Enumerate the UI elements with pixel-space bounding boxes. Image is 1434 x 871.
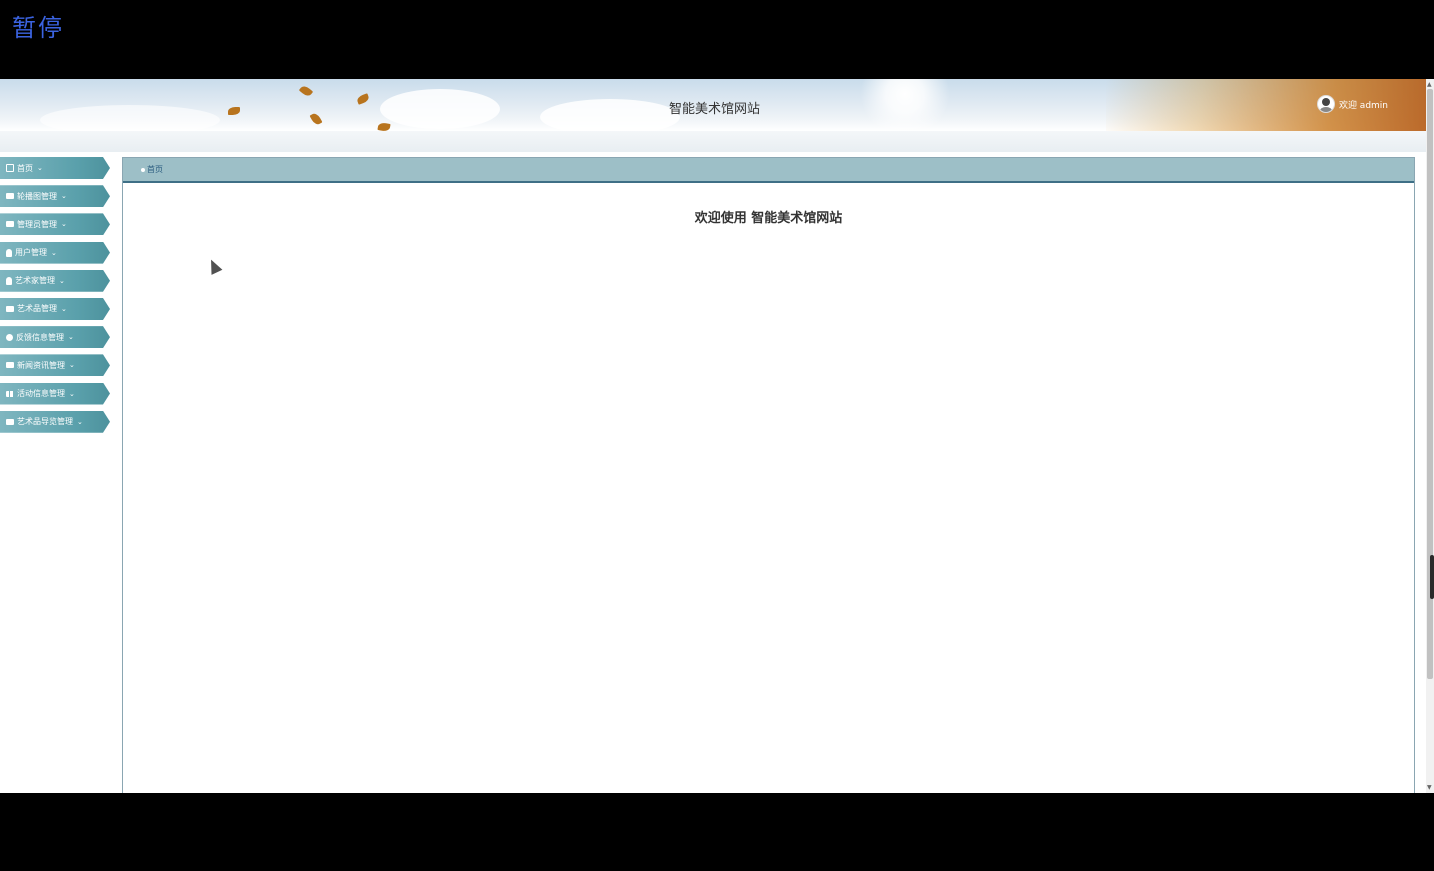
pause-label: 暂停 bbox=[12, 14, 64, 42]
user-icon bbox=[6, 248, 12, 257]
chevron-down-icon: ⌄ bbox=[69, 361, 75, 370]
chevron-down-icon: ⌄ bbox=[37, 164, 43, 172]
sun-decoration bbox=[860, 79, 950, 131]
sidebar-item-label: 用户管理 bbox=[15, 248, 47, 258]
breadcrumb-home-link[interactable]: 首页 bbox=[147, 164, 163, 175]
sidebar-item-home[interactable]: 首页 ⌄ bbox=[0, 157, 110, 179]
list-icon bbox=[6, 221, 14, 228]
circle-icon bbox=[6, 333, 13, 341]
sidebar-item-label: 活动信息管理 bbox=[17, 389, 65, 398]
scroll-up-icon[interactable]: ▲ bbox=[1427, 81, 1432, 88]
sidebar-item-artwork-guide[interactable]: 艺术品导览管理 ⌄ bbox=[0, 410, 110, 433]
chevron-down-icon: ⌄ bbox=[51, 248, 57, 257]
sidebar-item-label: 轮播图管理 bbox=[17, 191, 57, 201]
sidebar-item-artworks[interactable]: 艺术品管理 ⌄ bbox=[0, 297, 110, 320]
book-icon bbox=[6, 305, 14, 312]
sidebar-item-admins[interactable]: 管理员管理 ⌄ bbox=[0, 213, 110, 236]
main-content: 首页 欢迎使用 智能美术馆网站 bbox=[122, 157, 1415, 793]
chevron-down-icon: ⌄ bbox=[61, 304, 67, 313]
avatar[interactable] bbox=[1316, 95, 1335, 113]
edge-handle[interactable] bbox=[1430, 555, 1434, 599]
sidebar-item-label: 艺术品管理 bbox=[17, 304, 57, 314]
browser-viewport: 智能美术馆网站 欢迎 admin 首页 ⌄ 轮播图管理 ⌄ 管理员管理 ⌄ 用户… bbox=[0, 79, 1434, 793]
bullet-icon bbox=[141, 167, 145, 172]
image-icon bbox=[6, 193, 14, 200]
sidebar-item-label: 管理员管理 bbox=[17, 219, 57, 229]
chevron-down-icon: ⌄ bbox=[68, 333, 74, 342]
grid-icon bbox=[6, 390, 14, 397]
breadcrumb: 首页 bbox=[123, 158, 1414, 183]
chevron-down-icon: ⌄ bbox=[77, 417, 83, 426]
chevron-down-icon: ⌄ bbox=[61, 192, 67, 201]
scroll-down-icon[interactable]: ▼ bbox=[1427, 784, 1432, 791]
welcome-heading: 欢迎使用 智能美术馆网站 bbox=[694, 211, 843, 226]
sidebar-menu: 首页 ⌄ 轮播图管理 ⌄ 管理员管理 ⌄ 用户管理 ⌄ 艺术家管理 ⌄ 艺术品管… bbox=[0, 157, 112, 439]
chevron-down-icon: ⌄ bbox=[69, 389, 75, 398]
chevron-down-icon: ⌄ bbox=[59, 276, 65, 285]
header-band bbox=[0, 131, 1426, 152]
sidebar-item-carousel[interactable]: 轮播图管理 ⌄ bbox=[0, 185, 110, 208]
user-greeting[interactable]: 欢迎 admin bbox=[1339, 98, 1388, 111]
user-icon bbox=[6, 276, 12, 285]
sidebar-item-label: 新闻资讯管理 bbox=[17, 360, 65, 370]
sidebar-item-label: 艺术家管理 bbox=[15, 276, 55, 286]
sidebar-item-feedback[interactable]: 反馈信息管理 ⌄ bbox=[0, 326, 110, 349]
sidebar-item-label: 艺术品导览管理 bbox=[17, 417, 73, 427]
chevron-down-icon: ⌄ bbox=[61, 220, 67, 229]
sidebar-item-label: 反馈信息管理 bbox=[16, 332, 64, 342]
list-icon bbox=[6, 418, 14, 425]
home-icon bbox=[6, 164, 14, 172]
user-menu[interactable]: 欢迎 admin bbox=[1316, 95, 1388, 113]
sidebar-item-news[interactable]: 新闻资讯管理 ⌄ bbox=[0, 354, 110, 377]
sidebar-item-label: 首页 bbox=[17, 163, 33, 173]
sidebar-item-artists[interactable]: 艺术家管理 ⌄ bbox=[0, 269, 110, 292]
site-title: 智能美术馆网站 bbox=[669, 102, 761, 117]
sidebar-item-events[interactable]: 活动信息管理 ⌄ bbox=[0, 382, 110, 405]
site-header: 智能美术馆网站 欢迎 admin bbox=[0, 79, 1426, 131]
image-icon bbox=[6, 362, 14, 369]
sidebar-item-users[interactable]: 用户管理 ⌄ bbox=[0, 241, 110, 264]
page-scrollbar[interactable]: ▲ ▼ bbox=[1426, 79, 1434, 793]
